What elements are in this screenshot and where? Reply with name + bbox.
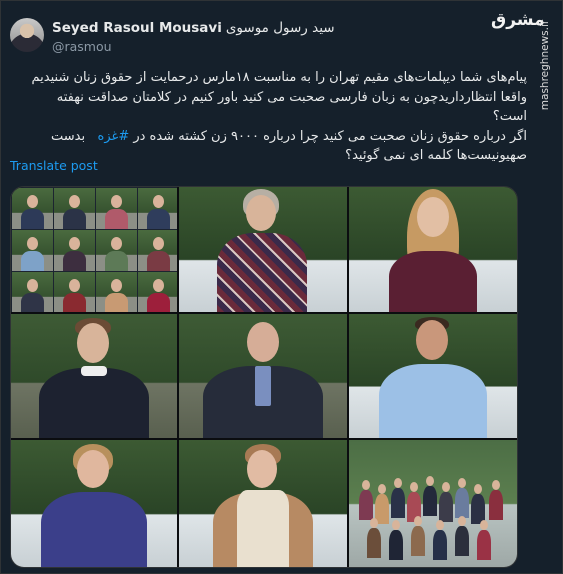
hashtag-link[interactable]: #غزه <box>98 129 130 144</box>
watermark-logo: مشرق <box>491 10 545 30</box>
author-name-persian[interactable]: سید رسول موسوی <box>226 20 335 36</box>
collage-thumbnail <box>11 187 177 312</box>
author-name-latin[interactable]: Seyed Rasoul Mousavi <box>52 20 222 36</box>
tweet-line: اگر درباره حقوق زنان صحبت می کنید چرا در… <box>51 128 527 144</box>
video-speaker <box>179 440 347 567</box>
tweet-line: پیام‌های شما دیپلمات‌های مقیم تهران را ب… <box>31 70 528 85</box>
watermark-url: mashreghnews.ir <box>539 19 551 111</box>
group-photo <box>349 440 517 567</box>
video-speaker <box>179 187 347 312</box>
author-name[interactable]: Seyed Rasoul Mousavi سید رسول موسوی <box>52 20 335 36</box>
tweet-line: واقعا انتظارداریدچون به زبان فارسی صحبت … <box>56 89 527 125</box>
author-handle[interactable]: @rasmou <box>52 39 112 54</box>
video-speaker <box>349 314 517 438</box>
tweet-text: پیام‌های شما دیپلمات‌های مقیم تهران را ب… <box>27 68 528 166</box>
video-collage[interactable] <box>10 186 518 568</box>
tweet-line: صهیونیست‌ها کلمه ای نمی گوئید؟ <box>345 148 527 163</box>
translate-post-link[interactable]: Translate post <box>10 158 98 173</box>
video-speaker <box>179 314 347 438</box>
video-speaker <box>11 314 177 438</box>
video-speaker <box>11 440 177 567</box>
author-avatar[interactable] <box>10 18 44 52</box>
video-speaker <box>349 187 517 312</box>
